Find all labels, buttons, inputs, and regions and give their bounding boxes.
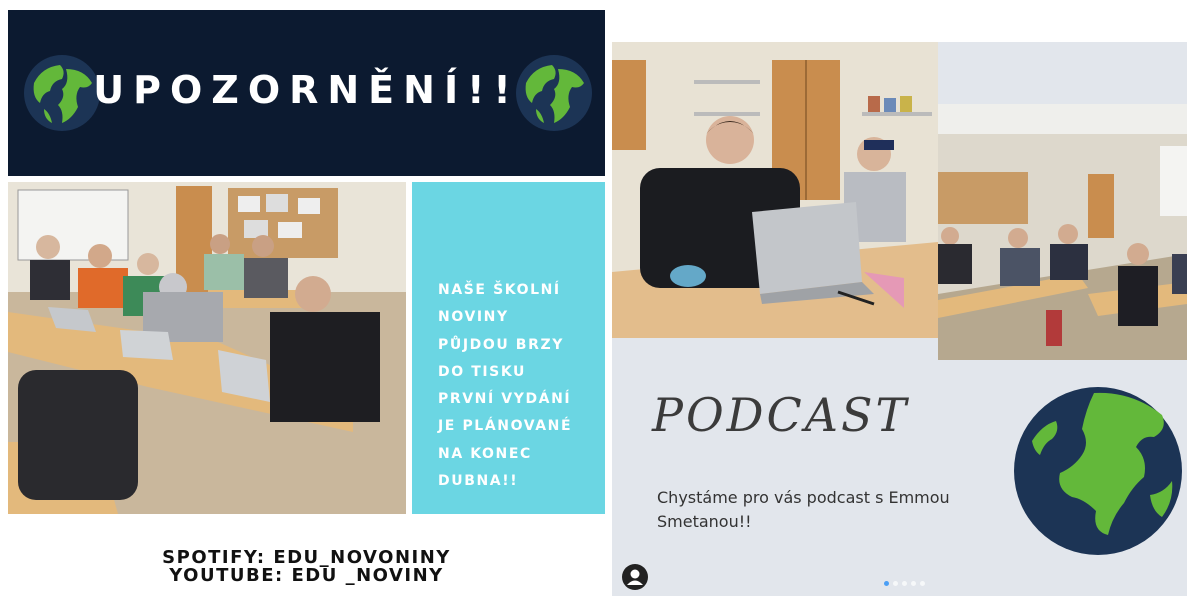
- carousel-dot[interactable]: [911, 581, 916, 586]
- student-laptop-photo: [612, 42, 938, 338]
- student-scene: [612, 42, 938, 338]
- classroom-photo: [8, 182, 406, 514]
- globe-icon: [1014, 387, 1182, 555]
- carousel-dots: [884, 581, 925, 586]
- avatar[interactable]: [622, 564, 648, 590]
- notice-line: PRVNÍ VYDÁNÍ: [438, 391, 572, 408]
- youtube-handle: YOUTUBE: EDU _NOVINY: [169, 565, 444, 586]
- notice-text: NAŠE ŠKOLNÍ NOVINY PŮJDOU BRZY DO TISKU …: [438, 277, 598, 495]
- notice-line: PŮJDOU BRZY: [438, 336, 564, 353]
- carousel-dot[interactable]: [902, 581, 907, 586]
- notice-line: NAŠE ŠKOLNÍ: [438, 282, 561, 298]
- notice-line: DUBNA!!: [438, 473, 519, 490]
- podcast-title: PODCAST: [652, 388, 910, 442]
- notice-line: NA KONEC: [438, 445, 532, 462]
- classroom-inset-photo: [938, 104, 1187, 360]
- right-post: PODCAST Chystáme pro vás podcast s Emmou…: [612, 42, 1187, 596]
- carousel-dot[interactable]: [920, 581, 925, 586]
- notice-box: NAŠE ŠKOLNÍ NOVINY PŮJDOU BRZY DO TISKU …: [412, 182, 605, 514]
- notice-line: JE PLÁNOVANÉ: [438, 418, 573, 435]
- inset-top-band: [938, 42, 1187, 104]
- classroom-scene: [8, 182, 406, 514]
- warning-banner: UPOZORNĚNÍ!!: [8, 10, 605, 176]
- classroom-inset-scene: [938, 104, 1187, 360]
- notice-line: NOVINY: [438, 309, 509, 326]
- carousel-dot[interactable]: [884, 581, 889, 586]
- podcast-description: Chystáme pro vás podcast s Emmou Smetano…: [657, 488, 950, 531]
- notice-line: DO TISKU: [438, 363, 527, 380]
- carousel-dot[interactable]: [893, 581, 898, 586]
- globe-icon: [516, 55, 592, 131]
- user-icon: [627, 569, 643, 585]
- left-post: UPOZORNĚNÍ!! NAŠE ŠKOLNÍ NOVINY PŮJDOU B…: [8, 10, 605, 596]
